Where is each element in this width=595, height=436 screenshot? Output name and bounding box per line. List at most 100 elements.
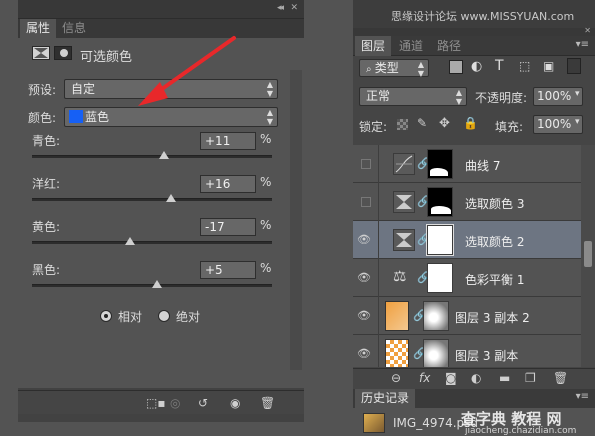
view-previous-icon[interactable]: ◎ [170,396,180,410]
layer-row[interactable]: 🔗 选取颜色 3 [353,183,581,221]
visibility-toggle[interactable] [361,159,371,169]
delete-layer-icon[interactable]: 🗑 [553,371,568,385]
eye-icon[interactable]: 👁 [357,271,371,284]
filter-type-select[interactable]: ⌕ 类型 ▲ ▼ [359,59,429,78]
eye-icon[interactable]: ◉ [230,396,240,410]
tab-history[interactable]: 历史记录 [355,389,416,408]
layers-scrollbar[interactable] [581,145,595,367]
preset-label: 预设: [28,83,57,97]
panel-header-strip: ✕ [353,26,595,36]
filter-toggle[interactable] [567,58,581,74]
layer-style-icon[interactable]: fx [419,371,430,385]
filter-type-icon[interactable]: T [495,58,504,74]
eye-icon[interactable]: 👁 [357,309,371,322]
panel-menu-icon[interactable]: ▾≡ [576,39,589,50]
slider-thumb[interactable] [125,237,135,245]
filter-type-value: 类型 [374,61,399,75]
scroll-thumb[interactable] [584,241,592,267]
eye-icon[interactable]: 👁 [357,233,371,246]
slider-value-field[interactable]: +16 [200,175,256,193]
slider-value-field[interactable]: +11 [200,132,256,150]
eye-icon[interactable]: 👁 [357,347,371,360]
lock-image-icon[interactable]: ✎ [417,116,427,130]
radio-absolute[interactable] [158,310,170,322]
slider-track[interactable] [32,241,272,244]
filter-pixel-icon[interactable] [449,60,463,74]
color-swatch [69,110,83,123]
layer-mask-icon[interactable] [54,46,72,60]
close-panel-icon[interactable]: ✕ [290,3,298,13]
lock-all-icon[interactable]: 🔒 [463,116,478,130]
layer-mask-thumbnail[interactable] [426,224,454,256]
slider-value-field[interactable]: -17 [200,218,256,236]
layer-row[interactable]: 👁 🔗 图层 3 副本 2 [353,297,581,335]
trash-icon[interactable]: 🗑 [260,396,275,410]
layers-tab-bar: 图层 通道 路径 ▾≡ [353,36,595,56]
chevron-down-icon[interactable]: ▾ [575,89,580,99]
slider-thumb[interactable] [159,151,169,159]
color-balance-icon: ⚖ [393,267,407,285]
new-layer-icon[interactable]: ❐ [525,371,536,385]
slider-value-field[interactable]: +5 [200,261,256,279]
filter-adjustment-icon[interactable]: ◐ [471,59,482,74]
lock-transparent-icon[interactable] [397,119,408,130]
adjustment-layer-icon[interactable] [32,46,50,60]
layer-thumbnail[interactable] [385,301,409,331]
close-panel-icon[interactable]: ✕ [584,26,591,35]
watermark-text: 思缘设计论坛 www.MISSYUAN.com [391,10,575,23]
layer-name: 图层 3 副本 [455,349,519,363]
percent-unit: % [260,175,272,189]
colors-value: 蓝色 [85,110,110,124]
link-layers-icon[interactable]: ⊖ [391,371,401,385]
slider-value: +5 [205,263,223,277]
tab-paths[interactable]: 路径 [431,36,467,56]
layer-row[interactable]: 👁 🔗 选取颜色 2 [353,221,581,259]
panel-menu-icon[interactable]: ▾≡ [576,391,589,402]
chevron-updown-icon: ▲ ▼ [455,88,462,106]
layer-thumbnail[interactable] [385,339,409,367]
tab-layers[interactable]: 图层 [355,36,392,56]
slider-thumb[interactable] [152,280,162,288]
history-tab-bar: 历史记录 ▾≡ [353,389,595,408]
new-group-icon[interactable]: ▬ [499,371,510,385]
slider-label: 黑色: [32,263,61,277]
chevron-updown-icon: ▲ ▼ [266,80,273,98]
chevron-down-icon[interactable]: ▾ [575,117,580,127]
panel-top-strip: ◂◂ ✕ [18,0,304,19]
radio-relative[interactable] [100,310,112,322]
blend-mode-select[interactable]: 正常 ▲ ▼ [359,87,467,106]
selective-color-icon [393,229,415,251]
search-icon: ⌕ [366,64,375,75]
slider-thumb[interactable] [166,194,176,202]
layer-mask-thumbnail[interactable] [423,339,449,367]
collapse-panel-icon[interactable]: ◂◂ [277,3,284,13]
clip-to-layer-icon[interactable]: ⬚▪ [146,396,165,410]
filter-shape-icon[interactable]: ⬚ [519,59,530,73]
percent-unit: % [260,132,272,146]
filter-smart-object-icon[interactable]: ▣ [543,59,554,73]
layer-row[interactable]: 🔗 曲线 7 [353,145,581,183]
layer-mask-thumbnail[interactable] [427,149,453,179]
tab-properties[interactable]: 属性 [20,19,57,38]
tab-info[interactable]: 信息 [56,19,92,38]
watermark-banner: 思缘设计论坛 www.MISSYUAN.com [353,0,595,28]
slider-track[interactable] [32,198,272,201]
layer-name: 曲线 7 [465,159,501,173]
new-adjustment-icon[interactable]: ◐ [471,371,481,385]
properties-scrollbar[interactable] [290,70,302,370]
preset-value: 自定 [71,82,96,96]
tab-channels[interactable]: 通道 [393,36,429,56]
layer-mask-thumbnail[interactable] [423,301,449,331]
slider-track[interactable] [32,155,272,158]
visibility-toggle[interactable] [361,197,371,207]
opacity-value: 100% [537,89,572,103]
reset-icon[interactable]: ↺ [198,396,208,410]
properties-bottom-bar: ⬚▪ ◎ ↺ ◉ 🗑 [18,390,304,414]
selective-color-icon [393,191,415,213]
layer-mask-thumbnail[interactable] [427,187,453,217]
lock-position-icon[interactable]: ✥ [439,116,450,131]
layer-mask-thumbnail[interactable] [427,263,453,293]
add-mask-icon[interactable]: ◙ [445,371,457,385]
layer-row[interactable]: 👁 ⚖ 🔗 色彩平衡 1 [353,259,581,297]
layer-row[interactable]: 👁 🔗 图层 3 副本 [353,335,581,367]
